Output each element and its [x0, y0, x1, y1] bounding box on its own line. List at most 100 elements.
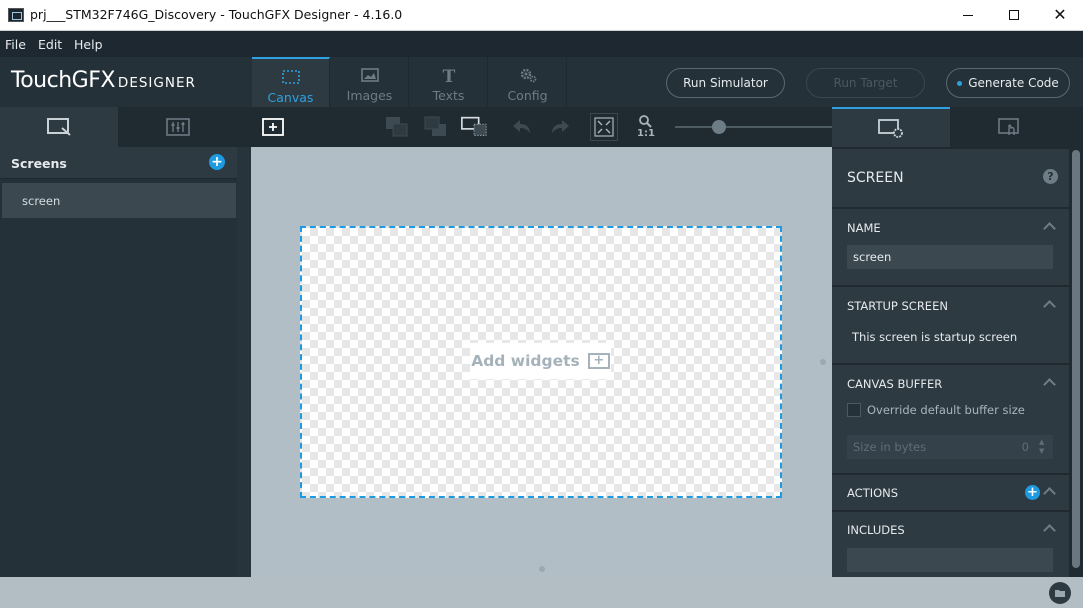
properties-title: SCREEN	[847, 170, 904, 186]
screens-title: Screens	[11, 156, 67, 171]
open-folder-button[interactable]	[1049, 582, 1071, 604]
tab-texts-label: Texts	[432, 88, 465, 103]
interaction-icon	[998, 118, 1019, 135]
zoom-slider-track[interactable]	[675, 126, 832, 128]
add-box-icon: +	[587, 353, 610, 369]
fit-to-screen-button[interactable]	[590, 113, 618, 141]
gear-icon	[520, 68, 537, 83]
tab-properties[interactable]	[832, 107, 950, 147]
add-widgets-placeholder[interactable]: Add widgets +	[470, 343, 611, 379]
bring-forward-button[interactable]	[383, 113, 411, 141]
fit-screen-icon	[594, 117, 614, 137]
window-title: prj___STM32F746G_Discovery - TouchGFX De…	[30, 7, 403, 22]
resize-handle[interactable]	[820, 359, 826, 365]
actions-title: ACTIONS	[847, 486, 899, 500]
svg-text:T: T	[443, 67, 456, 84]
touchgfx-logo: TouchGFX DESIGNER	[11, 68, 196, 93]
plus-icon: +	[211, 154, 223, 170]
status-dot-icon	[957, 80, 963, 86]
buffer-size-value: 0	[1021, 440, 1029, 454]
run-simulator-button[interactable]: Run Simulator	[666, 68, 785, 98]
undo-button[interactable]	[508, 113, 536, 141]
canvas-icon	[282, 70, 300, 84]
tab-config[interactable]: Config	[489, 57, 567, 107]
includes-section: INCLUDES	[832, 510, 1069, 577]
list-item[interactable]: screen	[2, 183, 236, 218]
add-action-button[interactable]: +	[1025, 485, 1040, 500]
tab-screens-panel[interactable]	[0, 107, 118, 147]
generate-code-button[interactable]: Generate Code	[946, 68, 1070, 98]
startup-section: STARTUP SCREEN This screen is startup sc…	[832, 285, 1069, 363]
add-widgets-label: Add widgets	[471, 352, 580, 370]
includes-field[interactable]	[847, 548, 1053, 572]
menu-file[interactable]: File	[5, 37, 26, 52]
image-icon	[361, 68, 379, 82]
tab-canvas[interactable]: Canvas	[252, 57, 330, 107]
startup-section-title: STARTUP SCREEN	[847, 299, 948, 313]
name-section: NAME screen	[832, 207, 1069, 285]
send-backward-icon	[424, 116, 446, 136]
override-buffer-label: Override default buffer size	[867, 403, 1025, 417]
canvas-buffer-section: CANVAS BUFFER Override default buffer si…	[832, 363, 1069, 473]
logo-sub-text: DESIGNER	[117, 75, 196, 91]
sliders-icon	[166, 118, 190, 136]
bottom-bar	[0, 577, 1083, 608]
plus-icon: +	[1027, 485, 1038, 500]
tab-texts[interactable]: T Texts	[410, 57, 488, 107]
maximize-icon	[1009, 10, 1019, 20]
buffer-size-field[interactable]: Size in bytes 0	[847, 435, 1053, 459]
bring-forward-icon	[386, 117, 408, 137]
properties-header: SCREEN ?	[832, 147, 1069, 207]
menu-help[interactable]: Help	[74, 37, 103, 52]
tab-config-label: Config	[507, 88, 548, 103]
magnifier-icon	[639, 115, 652, 128]
tab-widget-settings[interactable]	[119, 107, 237, 147]
chevron-up-icon[interactable]	[1044, 523, 1054, 533]
redo-icon	[552, 120, 569, 133]
folder-icon	[1055, 590, 1065, 597]
generate-code-label: Generate Code	[968, 76, 1059, 90]
includes-title: INCLUDES	[847, 523, 905, 537]
tab-images[interactable]: Images	[331, 57, 409, 107]
screen-item-label: screen	[22, 194, 61, 208]
resize-handle[interactable]	[539, 566, 545, 572]
add-screen-button[interactable]: +	[209, 154, 225, 170]
chevron-up-icon[interactable]	[1044, 221, 1054, 231]
group-icon	[461, 116, 487, 136]
zoom-ratio-label: 1:1	[637, 128, 655, 139]
text-icon: T	[443, 67, 456, 84]
chevron-up-icon[interactable]	[1044, 486, 1054, 496]
panel-divider	[237, 147, 251, 577]
startup-status-text: This screen is startup screen	[852, 330, 1018, 344]
redo-button[interactable]	[546, 113, 574, 141]
help-icon[interactable]: ?	[1043, 169, 1058, 184]
maximize-button[interactable]	[991, 0, 1037, 30]
logo-main-text: TouchGFX	[11, 68, 115, 93]
menu-edit[interactable]: Edit	[38, 37, 62, 52]
chevron-up-icon[interactable]	[1044, 299, 1054, 309]
minimize-button[interactable]	[945, 0, 991, 30]
minimize-icon	[963, 14, 973, 16]
scrollbar-thumb[interactable]	[1072, 150, 1080, 568]
buffer-size-stepper[interactable]: ▲ ▼	[1039, 438, 1047, 456]
chevron-up-icon[interactable]	[1044, 377, 1054, 387]
screen-name-field[interactable]: screen	[847, 245, 1053, 269]
menu-bar: File Edit Help	[0, 31, 1083, 57]
name-section-title: NAME	[847, 221, 881, 235]
actions-section: ACTIONS +	[832, 473, 1069, 510]
undo-icon	[513, 120, 530, 133]
close-icon: ✕	[1053, 5, 1067, 24]
override-buffer-checkbox[interactable]	[847, 403, 861, 417]
tab-canvas-label: Canvas	[267, 90, 314, 105]
group-button[interactable]	[460, 113, 488, 141]
run-target-button[interactable]: Run Target	[806, 68, 925, 98]
screen-select-icon	[47, 118, 71, 136]
close-button[interactable]: ✕	[1037, 0, 1083, 30]
add-widget-icon	[262, 118, 284, 136]
send-backward-button[interactable]	[422, 113, 450, 141]
add-widget-button[interactable]	[259, 113, 287, 141]
tab-images-label: Images	[346, 88, 393, 103]
zoom-slider-handle[interactable]	[711, 120, 726, 134]
tab-interactions[interactable]	[951, 107, 1069, 147]
screen-settings-icon	[878, 119, 903, 138]
